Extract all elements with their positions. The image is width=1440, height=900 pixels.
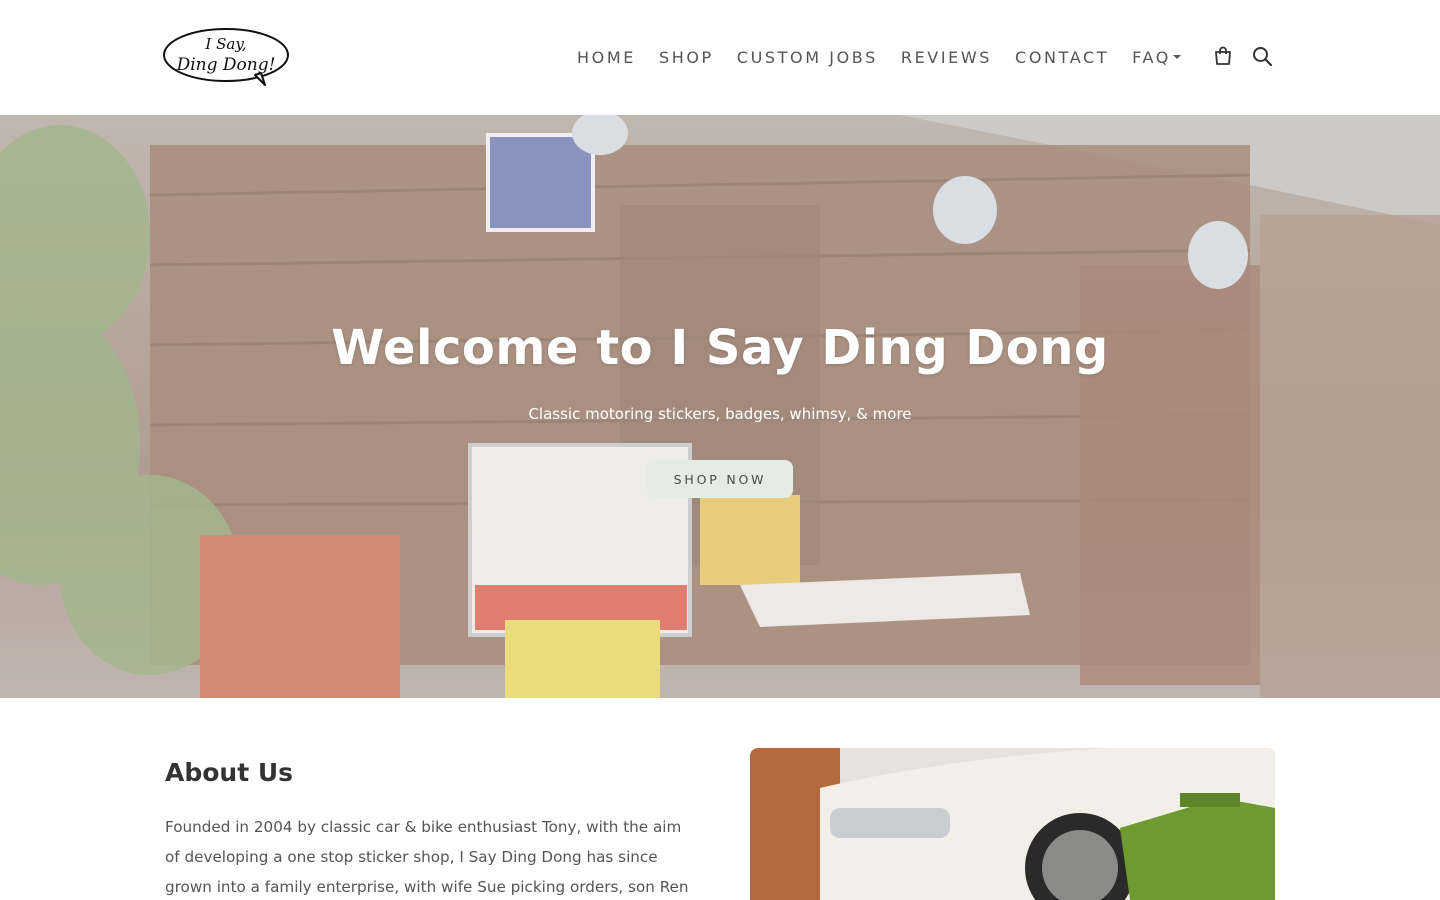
logo-line2: Ding Dong! — [176, 55, 276, 75]
shopping-bag-icon[interactable] — [1212, 45, 1234, 67]
main-nav: HOME SHOP CUSTOM JOBS REVIEWS CONTACT FA… — [577, 46, 1204, 68]
shop-now-button[interactable]: SHOP NOW — [647, 460, 793, 498]
about-image — [750, 748, 1275, 900]
nav-faq-label: FAQ — [1132, 47, 1171, 67]
about-title: About Us — [165, 758, 294, 787]
logo-line1: I Say, — [204, 35, 246, 53]
site-logo[interactable]: I Say, Ding Dong! — [163, 27, 293, 87]
nav-contact[interactable]: CONTACT — [1015, 48, 1109, 67]
nav-shop[interactable]: SHOP — [659, 48, 714, 67]
nav-home[interactable]: HOME — [577, 48, 636, 67]
search-icon[interactable] — [1251, 45, 1273, 67]
hero-subtitle: Classic motoring stickers, badges, whims… — [528, 405, 912, 423]
nav-custom-jobs[interactable]: CUSTOM JOBS — [737, 48, 878, 67]
hero-title: Welcome to I Say Ding Dong — [331, 320, 1109, 376]
nav-reviews[interactable]: REVIEWS — [901, 48, 992, 67]
caret-down-icon — [1172, 55, 1181, 59]
about-text: Founded in 2004 by classic car & bike en… — [165, 818, 689, 896]
site-header: I Say, Ding Dong! HOME SHOP CUSTOM JOBS … — [0, 0, 1440, 115]
nav-faq-dropdown[interactable]: FAQ — [1132, 48, 1181, 67]
hero-banner: Welcome to I Say Ding Dong Classic motor… — [0, 115, 1440, 698]
